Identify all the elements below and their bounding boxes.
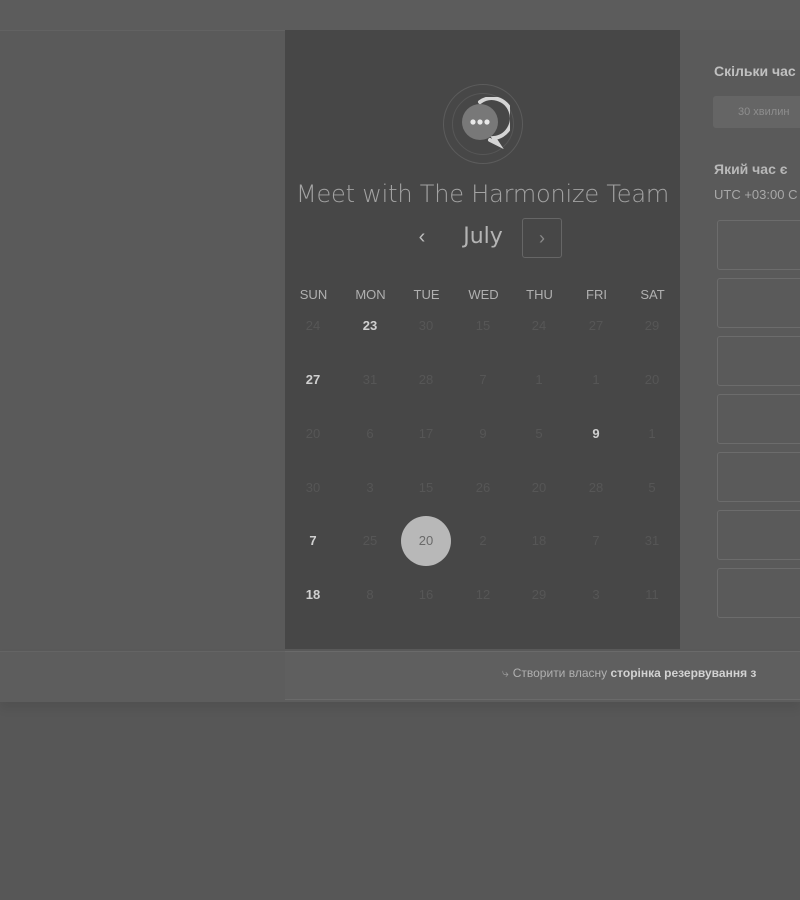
calendar-day: 5 — [535, 426, 543, 441]
calendar-day: 24 — [531, 318, 547, 333]
weekday-label: SUN — [299, 287, 328, 302]
page: Meet with The Harmonize Team ‹ July › SU… — [0, 0, 800, 900]
calendar-day: 5 — [648, 480, 656, 495]
calendar-day: 27 — [588, 318, 604, 333]
calendar-day: 15 — [418, 480, 434, 495]
weekday-label: TUE — [413, 287, 440, 302]
calendar-day: 30 — [418, 318, 434, 333]
weekday-label: THU — [526, 287, 553, 302]
calendar-day[interactable]: 27 — [288, 355, 338, 405]
month-label: July — [463, 224, 503, 249]
time-heading: Який час є — [714, 161, 788, 177]
team-logo — [443, 84, 523, 164]
weekday-label: WED — [468, 287, 499, 302]
booking-options-panel: Скільки час 30 хвилин Який час є UTC +03… — [680, 30, 800, 649]
footer-bar: ⤷ Створити власну сторінка резервування з — [285, 651, 800, 700]
pointer-icon: ⤷ — [502, 666, 509, 680]
calendar-day: 20 — [531, 480, 547, 495]
calendar-day: 29 — [644, 318, 660, 333]
time-slot[interactable] — [717, 568, 800, 618]
footer-promo[interactable]: ⤷ Створити власну сторінка резервування з — [502, 666, 756, 681]
weekday-label: MON — [355, 287, 386, 302]
calendar-day: 24 — [305, 318, 321, 333]
calendar-day: 30 — [305, 480, 321, 495]
duration-option-button[interactable]: 30 хвилин — [713, 96, 800, 128]
calendar-day: 1 — [592, 372, 600, 387]
calendar-day: 31 — [644, 533, 660, 548]
calendar-day: 3 — [366, 480, 374, 495]
calendar-day[interactable]: 7 — [288, 516, 338, 566]
calendar-day: 8 — [366, 587, 374, 602]
previous-month-button[interactable]: ‹ — [407, 222, 437, 252]
calendar-day: 1 — [648, 426, 656, 441]
event-title: Meet with The Harmonize Team — [295, 180, 670, 208]
calendar-day: 16 — [418, 587, 434, 602]
calendar-day: 18 — [531, 533, 547, 548]
calendar-day: 2 — [479, 533, 487, 548]
calendar-day[interactable]: 23 — [345, 301, 395, 351]
weekday-label: SAT — [640, 287, 665, 302]
calendar-day: 7 — [479, 372, 487, 387]
calendar-day: 11 — [645, 587, 659, 602]
time-slot[interactable] — [717, 220, 800, 270]
calendar-panel: Meet with The Harmonize Team ‹ July › SU… — [285, 30, 680, 649]
time-slot[interactable] — [717, 394, 800, 444]
calendar-day: 12 — [475, 587, 491, 602]
calendar-day: 25 — [362, 533, 378, 548]
chat-bubble-icon — [462, 97, 510, 149]
next-month-button[interactable]: › — [522, 218, 562, 258]
weekday-label: FRI — [586, 287, 607, 302]
footer-link[interactable]: сторінка резервування з — [610, 666, 756, 680]
calendar-day: 26 — [475, 480, 491, 495]
calendar-day[interactable]: 9 — [571, 409, 621, 459]
calendar-day: 6 — [366, 426, 374, 441]
calendar-day: 28 — [588, 480, 604, 495]
calendar-day: 17 — [418, 426, 434, 441]
footer-text: Створити власну — [512, 666, 611, 680]
calendar-day: 15 — [475, 318, 491, 333]
calendar-day: 3 — [592, 587, 600, 602]
calendar-day: 20 — [305, 426, 321, 441]
calendar-day: 20 — [644, 372, 660, 387]
calendar-day-selected[interactable]: 20 — [401, 516, 451, 566]
calendar-day: 28 — [418, 372, 434, 387]
top-bar — [0, 0, 800, 31]
calendar-day: 7 — [592, 533, 600, 548]
time-slot[interactable] — [717, 510, 800, 560]
calendar-day[interactable]: 18 — [288, 570, 338, 620]
calendar-day: 31 — [362, 372, 378, 387]
time-slot[interactable] — [717, 452, 800, 502]
calendar-day: 29 — [531, 587, 547, 602]
month-navigation: ‹ July › — [285, 218, 680, 262]
calendar-day: 1 — [535, 372, 543, 387]
duration-heading: Скільки час — [714, 63, 796, 79]
calendar-day: 9 — [479, 426, 487, 441]
time-slot[interactable] — [717, 278, 800, 328]
time-slot[interactable] — [717, 336, 800, 386]
timezone-selector[interactable]: UTC +03:00 С — [714, 187, 797, 202]
